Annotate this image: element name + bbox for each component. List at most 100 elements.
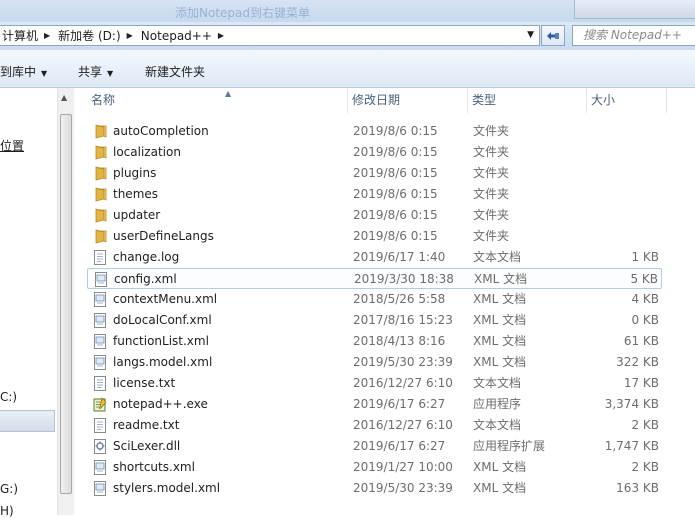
text-file-icon bbox=[93, 250, 107, 265]
file-name: updater bbox=[113, 208, 161, 222]
column-header-date[interactable]: 修改日期 bbox=[348, 88, 468, 113]
file-type: 文件夹 bbox=[473, 145, 510, 159]
file-row[interactable]: plugins 2019/8/6 0:15 文件夹 bbox=[87, 163, 662, 184]
scrollbar-thumb[interactable] bbox=[60, 114, 72, 494]
folder-icon bbox=[93, 187, 107, 202]
navigation-pane: 位置 C:) G:) H) bbox=[0, 88, 56, 518]
file-type: 文本文档 bbox=[473, 418, 522, 432]
file-date: 2016/12/27 6:10 bbox=[353, 376, 453, 390]
text-file-icon bbox=[93, 376, 107, 391]
address-history-dropdown-icon[interactable]: ▼ bbox=[527, 30, 534, 40]
file-row[interactable]: functionList.xml 2018/4/13 8:16 XML 文档 61 K… bbox=[87, 331, 662, 352]
file-type: XML 文档 bbox=[473, 334, 527, 348]
file-type: XML 文档 bbox=[474, 272, 528, 286]
address-bar[interactable]: 计算机 ▶ 新加卷 (D:) ▶ Notepad++ ▶ ▼ bbox=[0, 25, 540, 46]
file-row[interactable]: themes 2019/8/6 0:15 文件夹 bbox=[87, 184, 662, 205]
share-button[interactable]: 共享 ▼ bbox=[78, 63, 113, 80]
nav-drive-g[interactable]: G:) bbox=[0, 482, 18, 496]
file-row[interactable]: change.log 2019/6/17 1:40 文本文档 1 KB bbox=[87, 247, 662, 268]
file-type: XML 文档 bbox=[473, 481, 527, 495]
file-type: XML 文档 bbox=[473, 313, 527, 327]
refresh-button[interactable] bbox=[541, 25, 565, 46]
column-header-type[interactable]: 类型 bbox=[468, 88, 587, 113]
file-size: 3,374 KB bbox=[604, 397, 659, 411]
search-input[interactable]: 搜索 Notepad++ bbox=[572, 25, 695, 46]
file-date: 2019/8/6 0:15 bbox=[353, 187, 438, 201]
breadcrumb-computer[interactable]: 计算机 bbox=[0, 27, 41, 44]
file-type: XML 文档 bbox=[473, 292, 527, 306]
file-name: stylers.model.xml bbox=[113, 481, 221, 495]
file-size: 1 KB bbox=[631, 250, 659, 264]
folder-icon bbox=[93, 229, 107, 244]
file-row[interactable]: shortcuts.xml 2019/1/27 10:00 XML 文档 2 KB bbox=[87, 457, 662, 478]
share-label: 共享 bbox=[78, 65, 103, 79]
file-list: 名称 ▲ 修改日期 类型 大小 autoCompletion 2019/8/6 0:… bbox=[75, 88, 695, 515]
file-date: 2019/3/30 18:38 bbox=[354, 272, 454, 286]
scroll-up-icon[interactable]: ▲ bbox=[61, 93, 67, 102]
notepad-exe-icon bbox=[93, 397, 107, 412]
file-row[interactable]: config.xml 2019/3/30 18:38 XML 文档 5 KB bbox=[87, 268, 662, 289]
text-file-icon bbox=[93, 418, 107, 433]
nav-drive-h[interactable]: H) bbox=[0, 504, 14, 518]
file-date: 2018/4/13 8:16 bbox=[353, 334, 446, 348]
file-row[interactable]: updater 2019/8/6 0:15 文件夹 bbox=[87, 205, 662, 226]
file-date: 2019/8/6 0:15 bbox=[353, 145, 438, 159]
file-type: 文本文档 bbox=[473, 250, 522, 264]
file-name: autoCompletion bbox=[113, 124, 209, 138]
sort-ascending-icon: ▲ bbox=[225, 89, 232, 98]
breadcrumb-arrow-icon[interactable]: ▶ bbox=[41, 31, 56, 40]
file-row[interactable]: langs.model.xml 2019/5/30 23:39 XML 文档 322 … bbox=[87, 352, 662, 373]
window-controls[interactable] bbox=[574, 0, 695, 19]
file-name: localization bbox=[113, 145, 181, 159]
file-name: plugins bbox=[113, 166, 157, 180]
file-name: notepad++.exe bbox=[113, 397, 208, 411]
file-row[interactable]: doLocalConf.xml 2017/8/16 15:23 XML 文档 0 KB bbox=[87, 310, 662, 331]
file-name: doLocalConf.xml bbox=[113, 313, 212, 327]
new-folder-button[interactable]: 新建文件夹 bbox=[145, 63, 205, 80]
file-date: 2019/6/17 6:27 bbox=[353, 397, 446, 411]
folder-icon bbox=[93, 166, 107, 181]
file-type: 文件夹 bbox=[473, 166, 510, 180]
file-date: 2019/8/6 0:15 bbox=[353, 208, 438, 222]
nav-drive-c[interactable]: C:) bbox=[0, 390, 17, 404]
file-date: 2017/8/16 15:23 bbox=[353, 313, 453, 327]
window-title-strip: 添加Notepad到右键菜单 bbox=[0, 0, 695, 22]
file-row[interactable]: localization 2019/8/6 0:15 文件夹 bbox=[87, 142, 662, 163]
nav-selected-item[interactable] bbox=[0, 410, 55, 432]
file-row[interactable]: autoCompletion 2019/8/6 0:15 文件夹 bbox=[87, 121, 662, 142]
file-row[interactable]: SciLexer.dll 2019/6/17 6:27 应用程序扩展 1,747 KB bbox=[87, 436, 662, 457]
file-size: 5 KB bbox=[630, 272, 658, 286]
file-row[interactable]: notepad++.exe 2019/6/17 6:27 应用程序 3,374 KB bbox=[87, 394, 662, 415]
file-name: SciLexer.dll bbox=[113, 439, 181, 453]
nav-scrollbar[interactable]: ▲ bbox=[57, 88, 74, 515]
chevron-down-icon: ▼ bbox=[107, 69, 114, 78]
file-date: 2016/12/27 6:10 bbox=[353, 418, 453, 432]
breadcrumb-drive-d[interactable]: 新加卷 (D:) bbox=[56, 27, 123, 44]
file-name: functionList.xml bbox=[113, 334, 209, 348]
file-size: 163 KB bbox=[616, 481, 659, 495]
file-name: license.txt bbox=[113, 376, 176, 390]
file-row[interactable]: stylers.model.xml 2019/5/30 23:39 XML 文档 16… bbox=[87, 478, 662, 499]
file-name: langs.model.xml bbox=[113, 355, 213, 369]
file-date: 2019/6/17 6:27 bbox=[353, 439, 446, 453]
file-row[interactable]: contextMenu.xml 2018/5/26 5:58 XML 文档 4 KB bbox=[87, 289, 662, 310]
file-name: readme.txt bbox=[113, 418, 180, 432]
nav-location-link[interactable]: 位置 bbox=[0, 137, 24, 154]
file-name: themes bbox=[113, 187, 159, 201]
include-in-library-button[interactable]: 到库中 ▼ bbox=[0, 63, 47, 80]
file-row[interactable]: userDefineLangs 2019/8/6 0:15 文件夹 bbox=[87, 226, 662, 247]
xml-file-icon bbox=[93, 334, 107, 349]
file-size: 2 KB bbox=[631, 460, 659, 474]
column-header-size[interactable]: 大小 bbox=[587, 88, 667, 113]
column-header-name[interactable]: 名称 ▲ bbox=[87, 88, 348, 113]
file-row[interactable]: license.txt 2016/12/27 6:10 文本文档 17 KB bbox=[87, 373, 662, 394]
file-row[interactable]: readme.txt 2016/12/27 6:10 文本文档 2 KB bbox=[87, 415, 662, 436]
breadcrumb-arrow-icon[interactable]: ▶ bbox=[215, 31, 230, 40]
breadcrumb-arrow-icon[interactable]: ▶ bbox=[124, 31, 139, 40]
column-header-row: 名称 ▲ 修改日期 类型 大小 bbox=[75, 88, 695, 113]
breadcrumb-notepadpp[interactable]: Notepad++ bbox=[139, 29, 215, 43]
file-size: 1,747 KB bbox=[604, 439, 659, 453]
file-name: change.log bbox=[113, 250, 180, 264]
file-size: 17 KB bbox=[623, 376, 659, 390]
folder-icon bbox=[93, 124, 107, 139]
